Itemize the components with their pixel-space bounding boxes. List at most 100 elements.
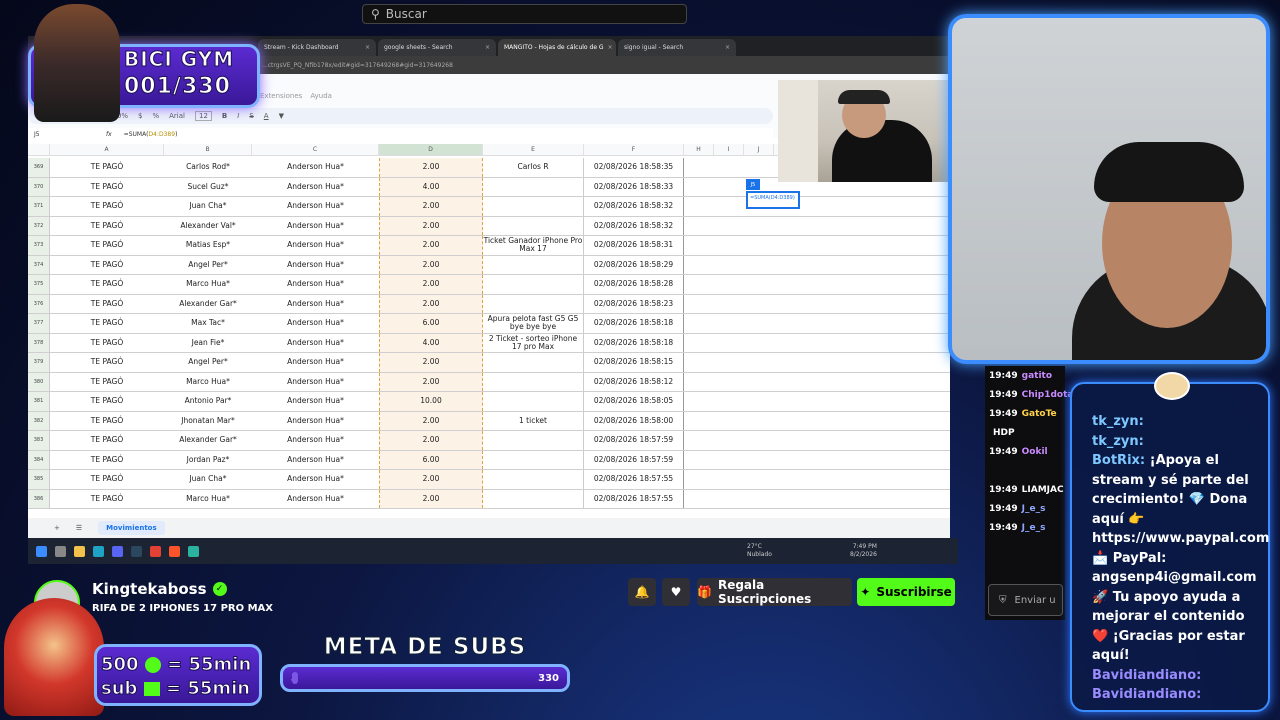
cell-c[interactable]: Anderson Hua* [252, 334, 379, 353]
brave-icon[interactable] [169, 545, 180, 557]
task-view-icon[interactable] [55, 545, 66, 557]
row-number[interactable]: 386 [28, 489, 50, 508]
add-sheet-icon[interactable]: + [54, 524, 60, 532]
cell-d[interactable]: 2.00 [379, 489, 483, 508]
cell-a[interactable]: TE PAGÓ [50, 178, 164, 197]
row-number[interactable]: 376 [28, 294, 50, 313]
close-tab-icon[interactable]: × [485, 44, 490, 51]
cell-c[interactable]: Anderson Hua* [252, 470, 379, 489]
weather-widget[interactable]: 27°C Nublado [747, 543, 772, 559]
cell-d[interactable]: 2.00 [379, 275, 483, 294]
steam-icon[interactable] [131, 545, 142, 557]
cell-a[interactable]: TE PAGÓ [50, 295, 164, 314]
menu-help[interactable]: Ayuda [310, 92, 332, 100]
cell-c[interactable]: Anderson Hua* [252, 451, 379, 470]
cell-f[interactable]: 02/08/2026 18:58:05 [584, 392, 684, 411]
notification-bell-button[interactable]: 🔔 [628, 578, 656, 606]
cell-d[interactable]: 2.00 [379, 372, 483, 391]
cell-d[interactable]: 2.00 [379, 236, 483, 255]
cell-d[interactable]: 2.00 [379, 216, 483, 235]
col-f[interactable]: F [584, 144, 684, 155]
cell-e[interactable] [483, 197, 584, 216]
cell-f[interactable]: 02/08/2026 18:58:35 [584, 158, 684, 177]
cell-b[interactable]: Sucel Guz* [164, 178, 252, 197]
cell-d[interactable]: 2.00 [379, 353, 483, 372]
col-b[interactable]: B [164, 144, 252, 155]
cell-b[interactable]: Angel Per* [164, 256, 252, 275]
cell-f[interactable]: 02/08/2026 18:57:59 [584, 431, 684, 450]
channel-name[interactable]: Kingtekaboss [92, 580, 207, 598]
cell-f[interactable]: 02/08/2026 18:58:23 [584, 294, 684, 313]
cell-a[interactable]: TE PAGÓ [50, 431, 164, 450]
row-number[interactable]: 379 [28, 353, 50, 372]
cell-f[interactable]: 02/08/2026 18:57:55 [584, 470, 684, 489]
cell-f[interactable]: 02/08/2026 18:58:29 [584, 255, 684, 274]
browser-tab[interactable]: signo igual - Search × [618, 39, 736, 56]
cell-c[interactable]: Anderson Hua* [252, 392, 379, 411]
cell-c[interactable]: Anderson Hua* [252, 275, 379, 294]
cell-b[interactable]: Jordan Paz* [164, 451, 252, 470]
cell-f[interactable]: 02/08/2026 18:58:32 [584, 197, 684, 216]
row-number[interactable]: 381 [28, 392, 50, 411]
row-number[interactable]: 382 [28, 411, 50, 430]
cell-f[interactable]: 02/08/2026 18:58:00 [584, 411, 684, 430]
cell-d[interactable]: 6.00 [379, 450, 483, 469]
cell-d[interactable]: 4.00 [379, 333, 483, 352]
cell-a[interactable]: TE PAGÓ [50, 236, 164, 255]
browser-tab[interactable]: google sheets - Search × [378, 39, 496, 56]
cell-b[interactable]: Alexander Gar* [164, 295, 252, 314]
percent-icon[interactable]: % [152, 112, 159, 120]
cell-a[interactable]: TE PAGÓ [50, 158, 164, 177]
cell-f[interactable]: 02/08/2026 18:58:31 [584, 236, 684, 255]
font-size-input[interactable]: 12 [195, 111, 212, 121]
file-explorer-icon[interactable] [74, 545, 85, 557]
cell-b[interactable]: Marco Hua* [164, 373, 252, 392]
cell-a[interactable]: TE PAGÓ [50, 256, 164, 275]
cell-a[interactable]: TE PAGÓ [50, 412, 164, 431]
cell-e[interactable]: Carlos R [483, 158, 584, 177]
col-h[interactable]: H [684, 144, 714, 155]
cell-f[interactable]: 02/08/2026 18:58:32 [584, 216, 684, 235]
row-number[interactable]: 370 [28, 177, 50, 196]
cell-a[interactable]: TE PAGÓ [50, 392, 164, 411]
close-tab-icon[interactable]: × [365, 44, 370, 51]
cell-b[interactable]: Alexander Val* [164, 217, 252, 236]
cell-e[interactable] [483, 275, 584, 294]
cell-d[interactable]: 6.00 [379, 314, 483, 333]
cell-b[interactable]: Marco Hua* [164, 490, 252, 509]
selected-cell[interactable]: =SUMA(D4:D389) [746, 191, 800, 209]
col-a[interactable]: A [50, 144, 164, 155]
windows-start-icon[interactable] [36, 545, 47, 557]
cell-b[interactable]: Jhonatan Mar* [164, 412, 252, 431]
cell-a[interactable]: TE PAGÓ [50, 470, 164, 489]
cell-c[interactable]: Anderson Hua* [252, 353, 379, 372]
cell-b[interactable]: Carlos Rod* [164, 158, 252, 177]
subscribe-button[interactable]: ✦ Suscribirse [857, 578, 955, 606]
col-i[interactable]: I [714, 144, 744, 155]
cell-f[interactable]: 02/08/2026 18:58:18 [584, 333, 684, 352]
cell-e[interactable] [483, 255, 584, 274]
cell-a[interactable]: TE PAGÓ [50, 275, 164, 294]
discord-icon[interactable] [112, 545, 123, 557]
cell-e[interactable] [483, 353, 584, 372]
cell-b[interactable]: Matias Esp* [164, 236, 252, 255]
cell-e[interactable] [483, 450, 584, 469]
row-number[interactable]: 385 [28, 470, 50, 489]
cell-a[interactable]: TE PAGÓ [50, 217, 164, 236]
all-sheets-icon[interactable]: ☰ [76, 524, 82, 532]
cell-c[interactable]: Anderson Hua* [252, 197, 379, 216]
cell-f[interactable]: 02/08/2026 18:57:55 [584, 489, 684, 508]
cell-d[interactable]: 10.00 [379, 392, 483, 411]
cell-b[interactable]: Angel Per* [164, 353, 252, 372]
cell-f[interactable]: 02/08/2026 18:58:12 [584, 372, 684, 391]
cell-a[interactable]: TE PAGÓ [50, 451, 164, 470]
cell-c[interactable]: Anderson Hua* [252, 256, 379, 275]
cell-a[interactable]: TE PAGÓ [50, 334, 164, 353]
cell-b[interactable]: Antonio Par* [164, 392, 252, 411]
cell-c[interactable]: Anderson Hua* [252, 431, 379, 450]
cell-c[interactable]: Anderson Hua* [252, 217, 379, 236]
cell-e[interactable] [483, 431, 584, 450]
chat-input[interactable]: ⛨ Enviar u [988, 584, 1063, 616]
font-select[interactable]: Arial [169, 112, 185, 120]
browser-tab[interactable]: Stream - Kick Dashboard × [258, 39, 376, 56]
